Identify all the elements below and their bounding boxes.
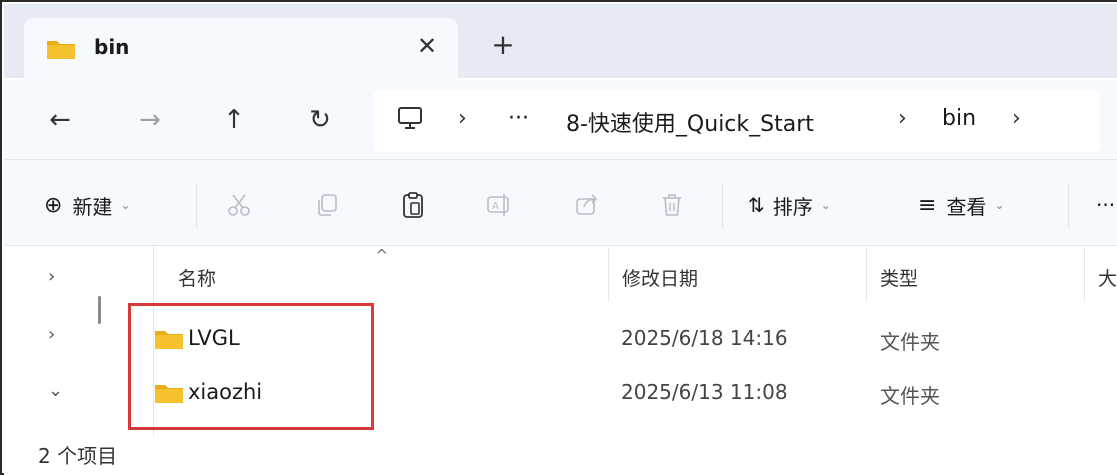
svg-text:A: A	[492, 201, 499, 212]
scissors-icon	[228, 194, 250, 216]
copy-button[interactable]	[314, 188, 340, 222]
delete-button[interactable]	[660, 188, 684, 222]
file-type: 文件夹	[880, 330, 940, 354]
address-bar[interactable]: › ··· 8-快速使用_Quick_Start › bin ›	[374, 90, 1100, 152]
plus-circle-icon: ⊕	[44, 192, 63, 218]
breadcrumb-item-bin[interactable]: bin	[942, 106, 976, 131]
sort-label: 排序	[772, 194, 813, 219]
share-button[interactable]	[574, 188, 600, 222]
view-lines-icon: ≡	[918, 192, 937, 218]
view-button[interactable]: ≡ 查看 ⌄	[918, 188, 1005, 222]
tab-bin[interactable]: bin ✕	[24, 18, 458, 82]
column-header-name[interactable]: 名称	[178, 264, 216, 291]
new-button[interactable]: ⊕ 新建 ⌄	[44, 188, 131, 222]
sort-button[interactable]: ⇅ 排序 ⌄	[748, 188, 831, 222]
rename-button[interactable]: A	[486, 188, 514, 222]
file-type: 文件夹	[880, 384, 940, 408]
sort-icon: ⇅	[748, 193, 765, 217]
refresh-icon[interactable]: ↻	[302, 102, 338, 138]
breadcrumb-ellipsis[interactable]: ···	[508, 106, 529, 131]
trash-icon	[663, 194, 681, 216]
folder-icon	[46, 38, 76, 60]
tab-title: bin	[94, 35, 130, 59]
view-label: 查看	[946, 194, 987, 219]
expand-chevron-icon[interactable]: ›	[48, 324, 55, 345]
new-tab-button[interactable]: +	[488, 30, 518, 60]
more-icon: ···	[1096, 193, 1116, 217]
column-header-date[interactable]: 修改日期	[622, 264, 698, 291]
forward-arrow-icon[interactable]: →	[132, 102, 168, 138]
chevron-down-icon: ⌄	[994, 198, 1005, 212]
file-date: 2025/6/18 14:16	[621, 326, 788, 350]
explorer-window: bin ✕ + ← → ↑ ↻ › ··· 8-快速使用_Quick_Start…	[0, 0, 1117, 475]
share-icon	[576, 194, 598, 215]
collapse-chevron-icon[interactable]: ⌄	[48, 380, 63, 401]
breadcrumb-chevron[interactable]: ›	[458, 106, 467, 131]
column-divider[interactable]	[608, 248, 609, 302]
clipboard-icon	[403, 192, 423, 218]
column-divider[interactable]	[866, 248, 867, 302]
expand-chevron-icon[interactable]: ›	[48, 266, 55, 287]
close-tab-icon[interactable]: ✕	[412, 31, 442, 61]
column-header-type[interactable]: 类型	[880, 264, 918, 291]
breadcrumb-item-quick-start[interactable]: 8-快速使用_Quick_Start	[566, 106, 814, 138]
up-arrow-icon[interactable]: ↑	[216, 102, 252, 138]
toolbar-divider	[722, 184, 723, 228]
paste-button[interactable]	[400, 188, 426, 222]
sort-caret-icon: ^	[375, 246, 389, 265]
back-arrow-icon[interactable]: ←	[42, 102, 78, 138]
highlight-box	[128, 303, 374, 430]
file-date: 2025/6/13 11:08	[621, 380, 788, 404]
command-bar: ⊕ 新建 ⌄ A ⇅ 排序 ⌄ ≡ 查看 ⌄ ···	[4, 160, 1117, 246]
column-header-size[interactable]: 大	[1098, 264, 1117, 291]
more-options-button[interactable]: ···	[1096, 188, 1115, 222]
item-count: 2 个项目	[38, 444, 118, 468]
cut-button[interactable]	[226, 188, 252, 222]
tab-strip: bin ✕ +	[4, 4, 1117, 82]
computer-icon[interactable]	[396, 104, 424, 138]
column-divider[interactable]	[1084, 248, 1085, 302]
navigation-bar: ← → ↑ ↻ › ··· 8-快速使用_Quick_Start › bin ›	[4, 80, 1117, 160]
new-label: 新建	[72, 194, 113, 219]
breadcrumb-chevron[interactable]: ›	[898, 106, 907, 131]
toolbar-divider	[196, 184, 197, 228]
chevron-down-icon: ⌄	[820, 198, 831, 212]
status-bar: 2 个项目	[4, 438, 1117, 475]
breadcrumb-chevron[interactable]: ›	[1012, 106, 1021, 131]
nav-scrollbar[interactable]	[98, 296, 101, 324]
copy-icon	[318, 194, 337, 216]
toolbar-divider	[1068, 184, 1069, 228]
chevron-down-icon: ⌄	[120, 198, 131, 212]
rename-icon: A	[487, 194, 509, 216]
